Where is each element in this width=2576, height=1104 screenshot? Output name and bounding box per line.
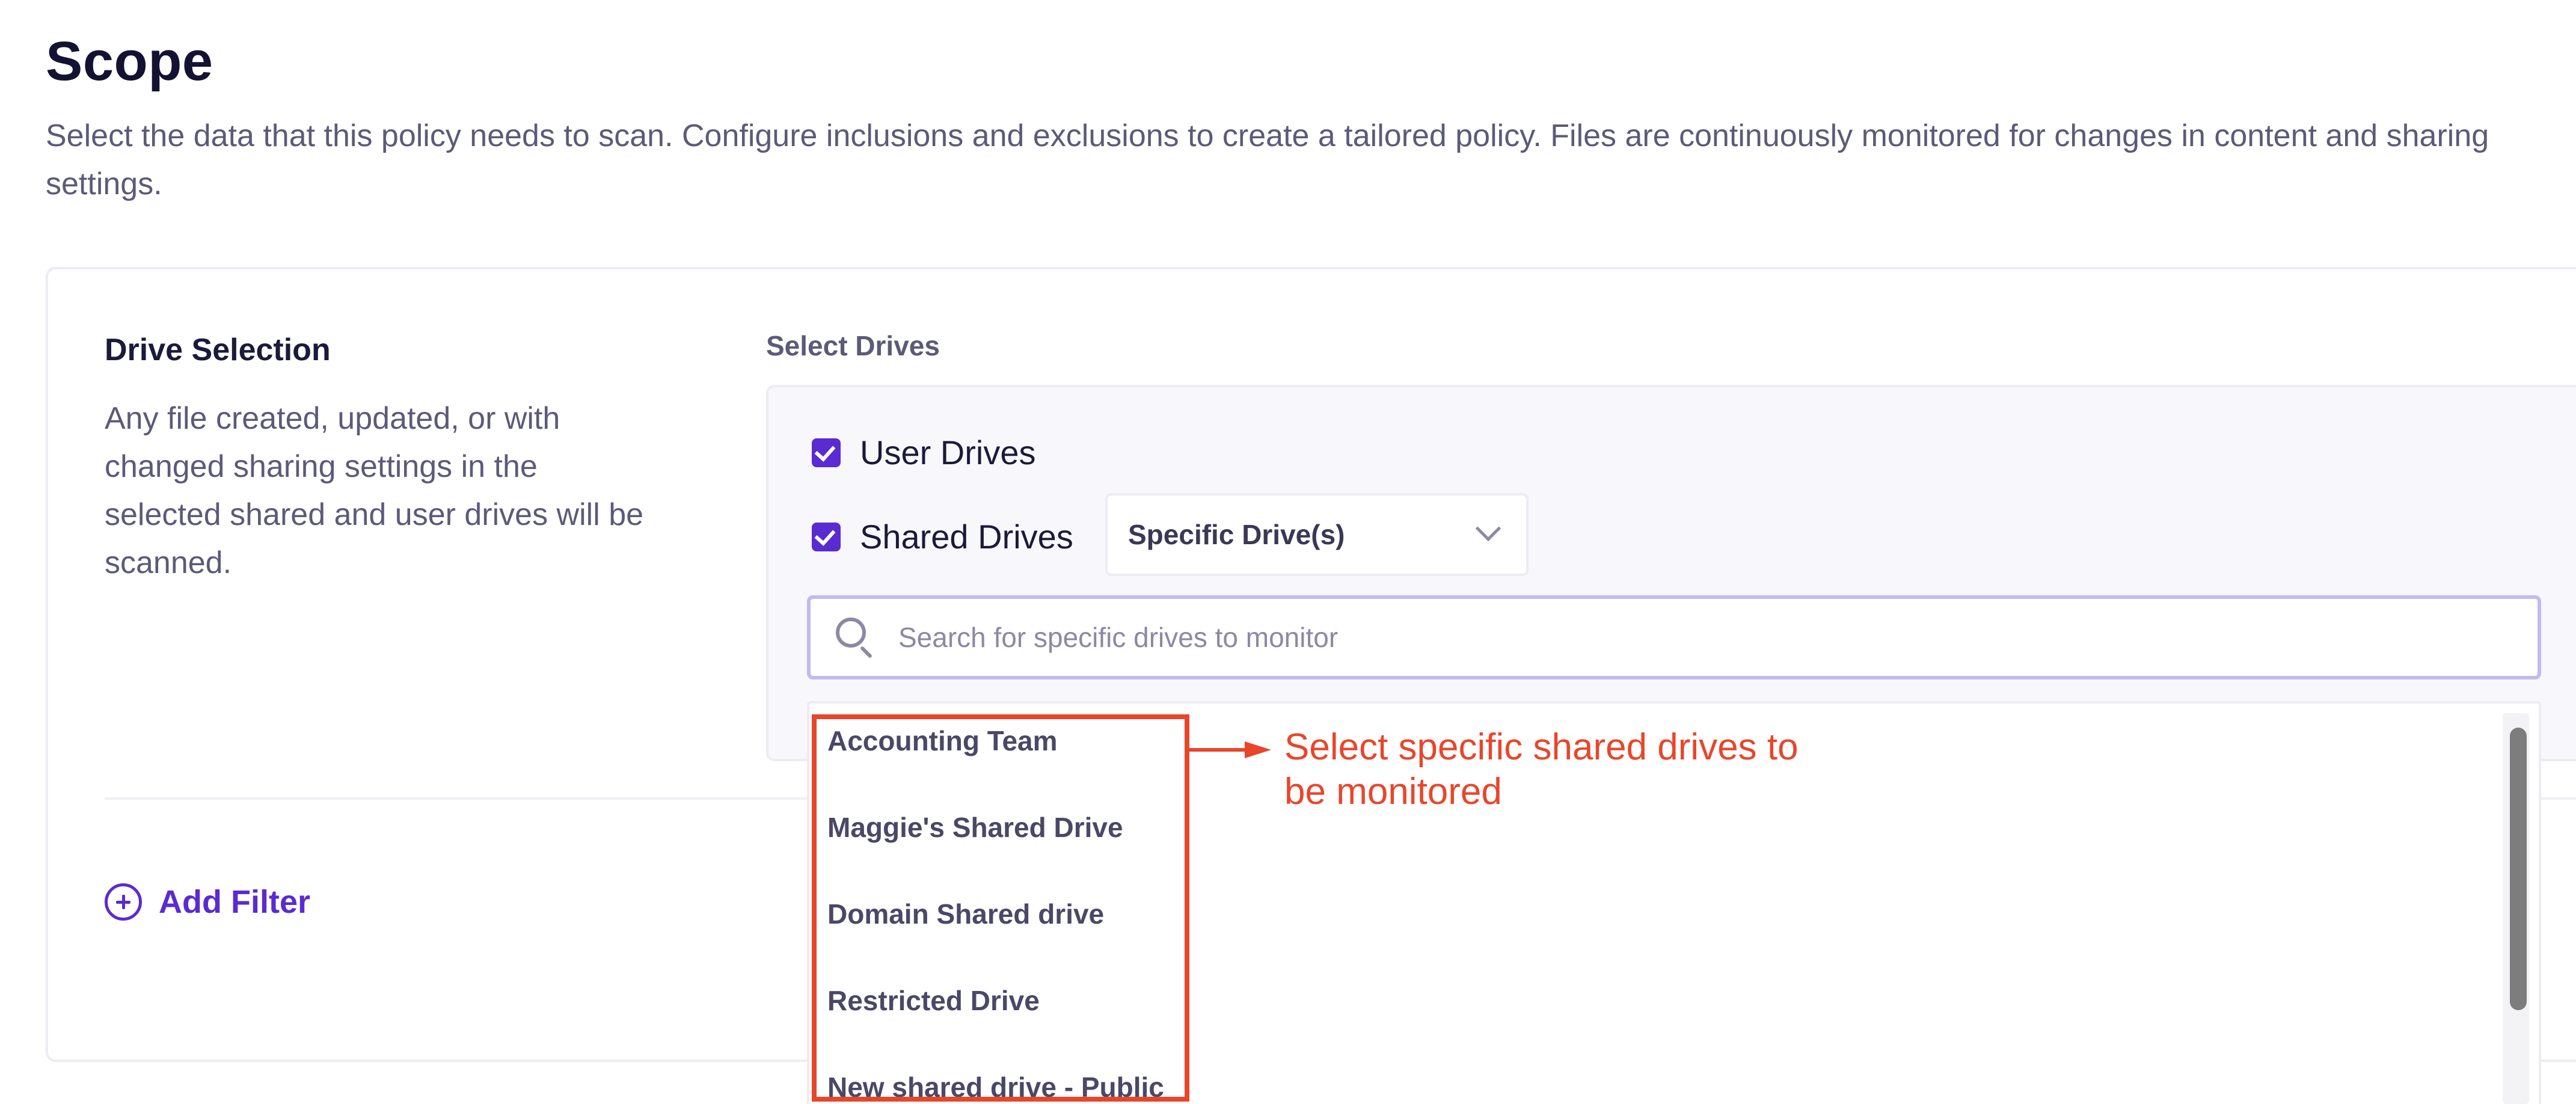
- annotation-text: Select specific shared drives to be moni…: [1284, 726, 1799, 812]
- shared-drives-scope-value: Specific Drive(s): [1128, 519, 1345, 550]
- shared-drives-scope-select[interactable]: Specific Drive(s): [1105, 493, 1529, 576]
- add-filter-label: Add Filter: [159, 884, 310, 920]
- drive-search-input[interactable]: [898, 621, 2462, 654]
- chevron-down-icon: [1475, 515, 1501, 542]
- page-description: Select the data that this policy needs t…: [46, 118, 2489, 201]
- search-icon: [836, 618, 876, 659]
- dropdown-scrollbar-thumb[interactable]: [2510, 728, 2527, 1010]
- page-title: Scope: [46, 31, 213, 92]
- drive-selection-description: Any file created, updated, or with chang…: [105, 401, 644, 580]
- user-drives-label: User Drives: [860, 434, 1036, 471]
- select-drives-label: Select Drives: [766, 330, 940, 361]
- annotation-arrow-line: [1189, 748, 1250, 752]
- shared-drives-option[interactable]: Shared Drives: [812, 517, 1073, 556]
- shared-drives-label: Shared Drives: [860, 518, 1073, 556]
- shared-drives-checkbox-checked-icon[interactable]: [812, 522, 841, 551]
- annotation-highlight-box: [812, 714, 1189, 1102]
- drive-search-box[interactable]: [807, 595, 2541, 679]
- scope-page: Scope Select the data that this policy n…: [0, 0, 2576, 1104]
- drive-selection-title: Drive Selection: [105, 333, 331, 367]
- arrow-right-icon: [1245, 741, 1271, 758]
- user-drives-checkbox-checked-icon[interactable]: [812, 438, 841, 467]
- user-drives-option[interactable]: User Drives: [812, 433, 1035, 472]
- plus-circle-icon: [105, 883, 142, 921]
- add-filter-button[interactable]: Add Filter: [105, 880, 310, 924]
